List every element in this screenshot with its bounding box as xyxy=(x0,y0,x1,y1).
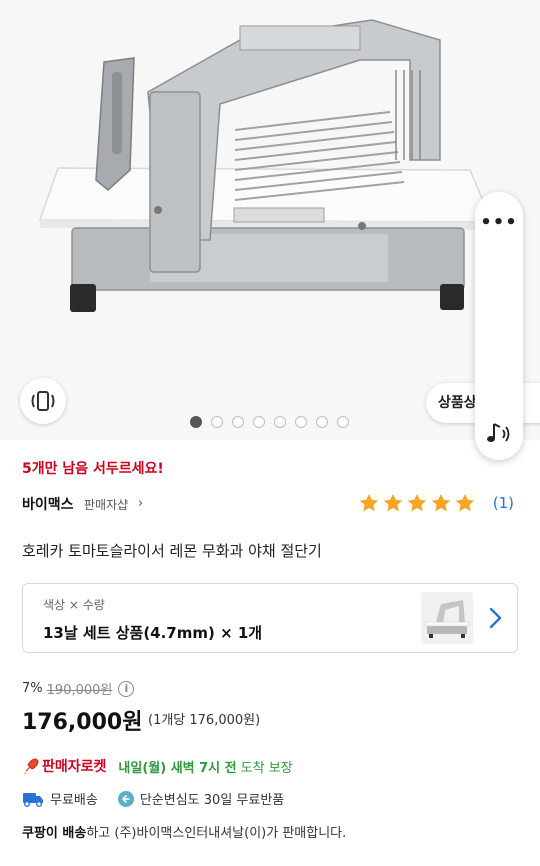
fulfillment-note: 쿠팡이 배송하고 (주)바이맥스인터내셔날(이)가 판매합니다. xyxy=(22,822,346,841)
discount-row: 7% 190,000원 i xyxy=(22,679,135,698)
return-icon xyxy=(117,790,134,807)
option-label: 색상 × 수량 xyxy=(43,598,105,612)
star-icon xyxy=(359,493,379,512)
star-icon xyxy=(455,493,475,512)
discount-rate: 7% xyxy=(22,681,43,696)
truck-icon xyxy=(23,792,43,807)
seller-name-link[interactable]: 바이맥스 xyxy=(22,494,74,514)
product-image xyxy=(38,19,494,312)
shipping-row: 무료배송 단순변심도 30일 무료반품 xyxy=(22,789,284,808)
sale-price: 176,000원 xyxy=(22,710,143,735)
rocket-icon xyxy=(24,758,39,774)
info-icon[interactable]: i xyxy=(118,680,135,697)
delivery-row: 판매자로켓 내일(월) 새벽 7시 전 도착 보장 xyxy=(22,756,293,776)
stock-urgency-text: 5개만 남음 서두르세요! xyxy=(22,461,164,477)
floating-side-panel: ••• xyxy=(475,192,523,460)
carousel-dot[interactable] xyxy=(232,416,244,428)
review-count-link[interactable]: (1) xyxy=(493,494,514,512)
rotate-view-button[interactable] xyxy=(20,378,66,424)
fulfillment-bold: 쿠팡이 배송 xyxy=(22,826,87,841)
option-selector[interactable]: 색상 × 수량 13날 세트 상품(4.7mm) × 1개 xyxy=(22,583,518,653)
star-icon xyxy=(431,493,451,512)
carousel-dot[interactable] xyxy=(253,416,265,428)
free-return-text: 단순변심도 30일 무료반품 xyxy=(139,793,285,808)
star-icon xyxy=(407,493,427,512)
original-price: 190,000원 xyxy=(46,683,113,698)
delivery-date: 내일(월) 새벽 7시 전 xyxy=(118,760,237,776)
seller-rocket-label: 판매자로켓 xyxy=(42,759,107,775)
fulfillment-rest: 하고 (주)바이맥스인터내셔날(이)가 판매합니다. xyxy=(86,826,347,841)
option-value: 13날 세트 상품(4.7mm) × 1개 xyxy=(43,624,263,642)
carousel-indicator xyxy=(190,416,349,428)
star-icon xyxy=(383,493,403,512)
carousel-dot[interactable] xyxy=(316,416,328,428)
unit-price: (1개당 176,000원) xyxy=(148,713,261,728)
carousel-dot[interactable] xyxy=(274,416,286,428)
more-options-icon[interactable]: ••• xyxy=(475,212,523,233)
option-thumbnail xyxy=(421,592,473,644)
seller-row: 바이맥스 판매자샵 › (1) xyxy=(22,492,518,516)
carousel-dot[interactable] xyxy=(211,416,223,428)
carousel-dot[interactable] xyxy=(295,416,307,428)
seller-shop-link[interactable]: 판매자샵 xyxy=(84,496,128,513)
rotate-icon xyxy=(31,391,55,411)
rating-stars[interactable] xyxy=(358,492,476,514)
delivery-guarantee: 도착 보장 xyxy=(240,760,293,776)
product-image-carousel[interactable]: 상품상 xyxy=(0,0,540,440)
product-title: 호레카 토마토슬라이서 레몬 무화과 야채 절단기 xyxy=(22,542,322,560)
free-shipping-text: 무료배송 xyxy=(50,793,98,808)
carousel-dot[interactable] xyxy=(190,416,202,428)
chevron-right-icon: › xyxy=(138,496,144,511)
chevron-right-icon xyxy=(489,607,502,629)
carousel-dot[interactable] xyxy=(337,416,349,428)
audio-read-icon[interactable] xyxy=(484,418,514,448)
